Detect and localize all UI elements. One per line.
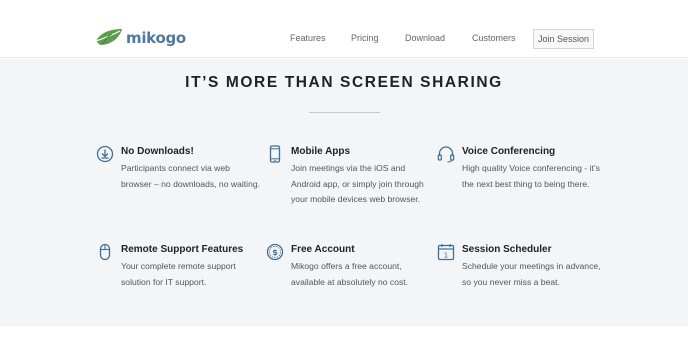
headset-icon — [437, 146, 455, 163]
feature-title: Free Account — [291, 244, 355, 255]
feature-description: Join meetings via the iOS and Android ap… — [291, 163, 424, 204]
page-bottom — [0, 326, 688, 350]
smartphone-icon — [269, 145, 281, 163]
svg-text:$: $ — [272, 248, 278, 257]
nav-link-features[interactable]: Features — [290, 33, 326, 43]
svg-text:1: 1 — [444, 252, 448, 260]
feature-description: Schedule your meetings in advance, so yo… — [462, 261, 601, 287]
feature-title: No Downloads! — [121, 146, 194, 157]
heading-divider — [309, 112, 380, 113]
feature-title: Mobile Apps — [291, 146, 351, 157]
nav-link-download[interactable]: Download — [405, 33, 445, 43]
calendar-icon: 1 — [437, 244, 455, 261]
join-session-button[interactable]: Join Session — [533, 29, 594, 49]
feature-title: Remote Support Features — [121, 244, 244, 255]
download-icon — [96, 145, 114, 163]
feature-description: Mikogo offers a free account, available … — [291, 261, 409, 287]
nav-link-pricing[interactable]: Pricing — [351, 33, 379, 43]
mouse-icon — [99, 243, 111, 261]
feature-title: Voice Conferencing — [462, 146, 556, 157]
dollar-coin-icon: $ — [266, 243, 284, 261]
feature-title: Session Scheduler — [462, 244, 552, 255]
feature-description: High quality Voice conferencing - it’s t… — [462, 163, 600, 189]
site-header: mikogo Features Pricing Download Custome… — [0, 0, 688, 58]
feature-description: Your complete remote support solution fo… — [121, 261, 236, 287]
feature-description: Participants connect via web browser – n… — [121, 163, 261, 189]
section-heading: IT’S MORE THAN SCREEN SHARING — [185, 74, 503, 91]
nav-link-customers[interactable]: Customers — [472, 33, 516, 43]
